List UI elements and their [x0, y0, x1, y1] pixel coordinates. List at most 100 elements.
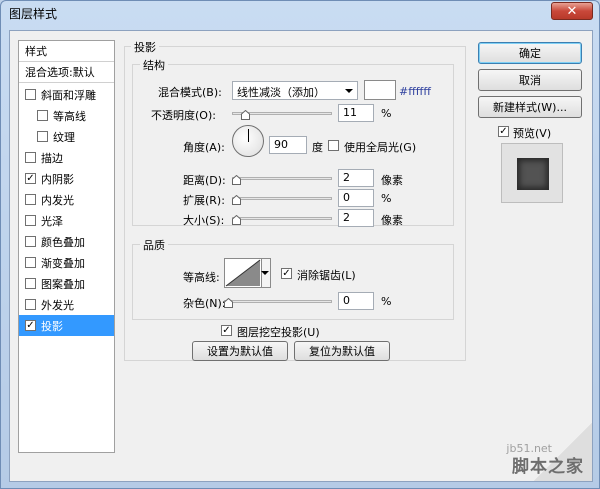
slider-track [232, 217, 332, 220]
style-checkbox[interactable] [25, 152, 36, 163]
noise-input[interactable]: 0 [338, 292, 374, 310]
style-label: 纹理 [53, 130, 75, 144]
style-item-inner-glow[interactable]: 内发光 [19, 189, 114, 210]
linear-contour-icon [225, 259, 261, 287]
angle-input[interactable]: 90 [269, 136, 307, 154]
title-bar[interactable]: 图层样式 ✕ [1, 1, 599, 25]
noise-unit: % [381, 295, 392, 308]
style-item-stroke[interactable]: 描边 [19, 147, 114, 168]
style-checkbox[interactable] [25, 194, 36, 205]
style-label: 图案叠加 [41, 277, 85, 291]
style-item-gradient-overlay[interactable]: 渐变叠加 [19, 252, 114, 273]
close-icon: ✕ [566, 3, 578, 19]
size-unit: 像素 [381, 214, 403, 227]
blend-options-item[interactable]: 混合选项:默认 [19, 62, 114, 83]
noise-slider[interactable] [224, 296, 332, 308]
new-style-button[interactable]: 新建样式(W)... [478, 96, 582, 118]
global-light-checkbox[interactable] [328, 140, 339, 151]
slider-thumb-icon[interactable] [224, 298, 233, 308]
blend-mode-label: 混合模式(B): [158, 86, 222, 99]
opacity-slider[interactable] [232, 108, 332, 120]
dialog-body: 样式 混合选项:默认 斜面和浮雕 等高线 纹理 描边 ✓ 内阴影 内发光 光泽 [9, 30, 593, 482]
style-label: 光泽 [41, 214, 63, 228]
cancel-button[interactable]: 取消 [478, 69, 582, 91]
distance-input[interactable]: 2 [338, 169, 374, 187]
style-checkbox[interactable] [25, 299, 36, 310]
spread-unit: % [381, 192, 392, 205]
style-checkbox[interactable]: ✓ [25, 173, 36, 184]
slider-thumb-icon[interactable] [241, 110, 250, 120]
close-button[interactable]: ✕ [551, 2, 593, 20]
style-label: 斜面和浮雕 [41, 88, 96, 102]
set-default-button[interactable]: 设置为默认值 [192, 341, 288, 361]
slider-thumb-icon[interactable] [232, 215, 241, 225]
preview-swatch [517, 158, 549, 190]
opacity-unit: % [381, 107, 392, 120]
style-label: 外发光 [41, 298, 74, 312]
distance-unit: 像素 [381, 174, 403, 187]
style-label: 渐变叠加 [41, 256, 85, 270]
style-preview [501, 143, 563, 203]
style-item-satin[interactable]: 光泽 [19, 210, 114, 231]
contour-picker[interactable] [224, 258, 262, 288]
quality-title: 品质 [140, 237, 168, 253]
slider-track [224, 300, 332, 303]
preview-label: 预览(V) [513, 127, 552, 140]
blend-mode-select[interactable]: 线性减淡（添加） [232, 81, 358, 100]
preview-checkbox[interactable]: ✓ [498, 126, 509, 137]
style-checkbox[interactable]: ✓ [25, 320, 36, 331]
spread-label: 扩展(R): [183, 194, 225, 207]
style-item-outer-glow[interactable]: 外发光 [19, 294, 114, 315]
reset-default-button[interactable]: 复位为默认值 [294, 341, 390, 361]
style-item-bevel-emboss[interactable]: 斜面和浮雕 [19, 84, 114, 105]
angle-dial[interactable] [232, 125, 264, 157]
shadow-color-swatch[interactable] [364, 80, 396, 100]
style-checkbox[interactable] [25, 278, 36, 289]
style-item-color-overlay[interactable]: 颜色叠加 [19, 231, 114, 252]
slider-thumb-icon[interactable] [232, 195, 241, 205]
style-item-pattern-overlay[interactable]: 图案叠加 [19, 273, 114, 294]
styles-header: 样式 [19, 41, 114, 62]
spread-input[interactable]: 0 [338, 189, 374, 207]
style-item-contour[interactable]: 等高线 [19, 105, 114, 126]
size-slider[interactable] [232, 213, 332, 225]
style-checkbox[interactable] [37, 110, 48, 121]
style-label: 投影 [41, 319, 63, 333]
style-item-inner-shadow[interactable]: ✓ 内阴影 [19, 168, 114, 189]
style-checkbox[interactable] [25, 236, 36, 247]
style-label: 颜色叠加 [41, 235, 85, 249]
chevron-down-icon [261, 271, 269, 275]
knockout-label: 图层挖空投影(U) [237, 326, 320, 339]
drop-shadow-title: 投影 [131, 39, 159, 55]
ok-button[interactable]: 确定 [478, 42, 582, 64]
antialias-checkbox[interactable]: ✓ [281, 268, 292, 279]
global-light-label: 使用全局光(G) [344, 141, 417, 154]
angle-needle-icon [248, 129, 249, 142]
slider-thumb-icon[interactable] [232, 175, 241, 185]
contour-dropdown-button[interactable] [261, 258, 271, 288]
style-item-texture[interactable]: 纹理 [19, 126, 114, 147]
style-checkbox[interactable] [37, 131, 48, 142]
knockout-checkbox[interactable]: ✓ [221, 325, 232, 336]
angle-unit: 度 [312, 141, 323, 154]
quality-group [132, 244, 454, 320]
distance-slider[interactable] [232, 173, 332, 185]
style-label: 描边 [41, 151, 63, 165]
spread-slider[interactable] [232, 193, 332, 205]
style-item-drop-shadow[interactable]: ✓ 投影 [19, 315, 114, 336]
contour-label: 等高线: [183, 271, 220, 284]
size-input[interactable]: 2 [338, 209, 374, 227]
watermark-brand: 脚本之家 [512, 457, 584, 477]
chevron-down-icon [345, 89, 353, 93]
angle-label: 角度(A): [183, 141, 225, 154]
style-checkbox[interactable] [25, 257, 36, 268]
opacity-input[interactable]: 11 [338, 104, 374, 122]
opacity-label: 不透明度(O): [151, 109, 216, 122]
style-label: 内发光 [41, 193, 74, 207]
distance-label: 距离(D): [183, 174, 226, 187]
noise-label: 杂色(N): [183, 297, 226, 310]
style-label: 内阴影 [41, 172, 74, 186]
style-checkbox[interactable] [25, 215, 36, 226]
structure-title: 结构 [140, 57, 168, 73]
style-checkbox[interactable] [25, 89, 36, 100]
